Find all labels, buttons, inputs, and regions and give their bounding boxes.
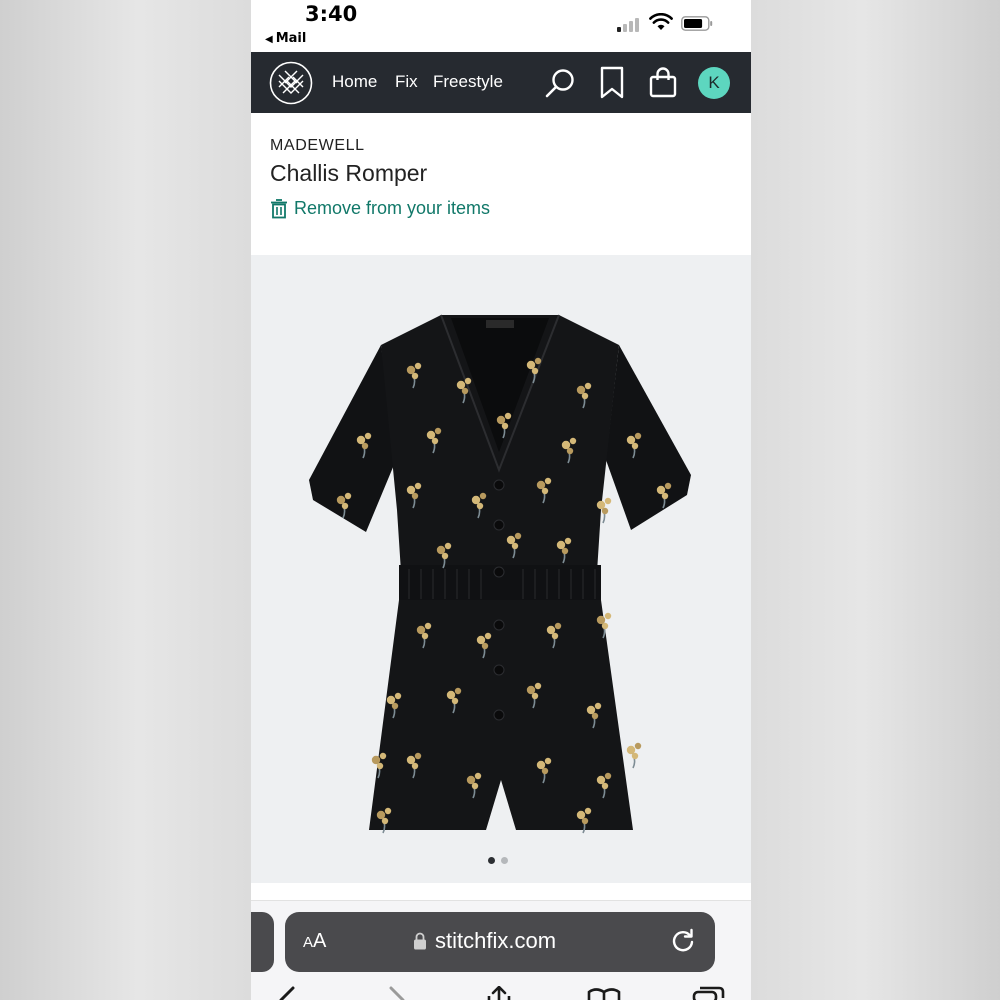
background-left [0, 0, 251, 1000]
product-name: Challis Romper [270, 160, 428, 186]
bookmarks-icon[interactable] [586, 986, 622, 1000]
nav-fix[interactable]: Fix [395, 72, 418, 92]
stitchfix-logo-icon[interactable] [269, 61, 313, 105]
nav-home[interactable]: Home [332, 72, 377, 92]
carousel-dot-2[interactable] [501, 857, 508, 864]
text-size-button[interactable]: AA [303, 930, 326, 953]
back-icon[interactable] [275, 986, 299, 1000]
battery-icon [681, 16, 713, 31]
bag-icon[interactable] [648, 66, 678, 100]
remove-from-items-label: Remove from your items [294, 198, 491, 218]
address-bar[interactable]: AA stitchfix.com [285, 912, 715, 972]
bookmark-icon[interactable] [599, 66, 625, 100]
carousel-dot-1[interactable] [488, 857, 495, 864]
floral-print-motif [626, 742, 642, 769]
previous-tab-preview[interactable] [251, 912, 274, 972]
url-display[interactable]: stitchfix.com [413, 928, 556, 954]
reload-icon[interactable] [669, 927, 697, 955]
top-nav-bar: Home Fix Freestyle K [251, 52, 751, 113]
browser-bottom-bar: AA stitchfix.com [251, 900, 751, 1000]
back-to-mail[interactable]: ◀ Mail [265, 31, 306, 46]
nav-freestyle[interactable]: Freestyle [433, 72, 503, 92]
back-app-label: Mail [275, 31, 307, 46]
remove-from-items-link[interactable]: Remove from your items [270, 198, 490, 219]
share-icon[interactable] [484, 986, 514, 1000]
background-right [751, 0, 1000, 1000]
product-brand[interactable]: MADEWELL [270, 137, 365, 155]
trash-icon [271, 199, 287, 219]
tabs-icon[interactable] [692, 986, 726, 1000]
lock-icon [414, 932, 426, 950]
forward-icon[interactable] [385, 986, 409, 1000]
cellular-signal-icon [617, 16, 641, 32]
url-text: stitchfix.com [435, 928, 557, 953]
product-image-carousel[interactable] [251, 255, 751, 883]
avatar[interactable]: K [698, 67, 730, 99]
carousel-dots[interactable] [488, 857, 508, 864]
search-icon[interactable] [544, 66, 578, 100]
back-triangle-icon: ◀ [265, 34, 273, 45]
wifi-icon [649, 13, 673, 30]
romper-product-image [309, 314, 691, 834]
phone-screen: 3:40 ◀ Mail Home Fix Freestyle K MADEWEL… [251, 0, 751, 1000]
status-time: 3:40 [305, 2, 358, 26]
